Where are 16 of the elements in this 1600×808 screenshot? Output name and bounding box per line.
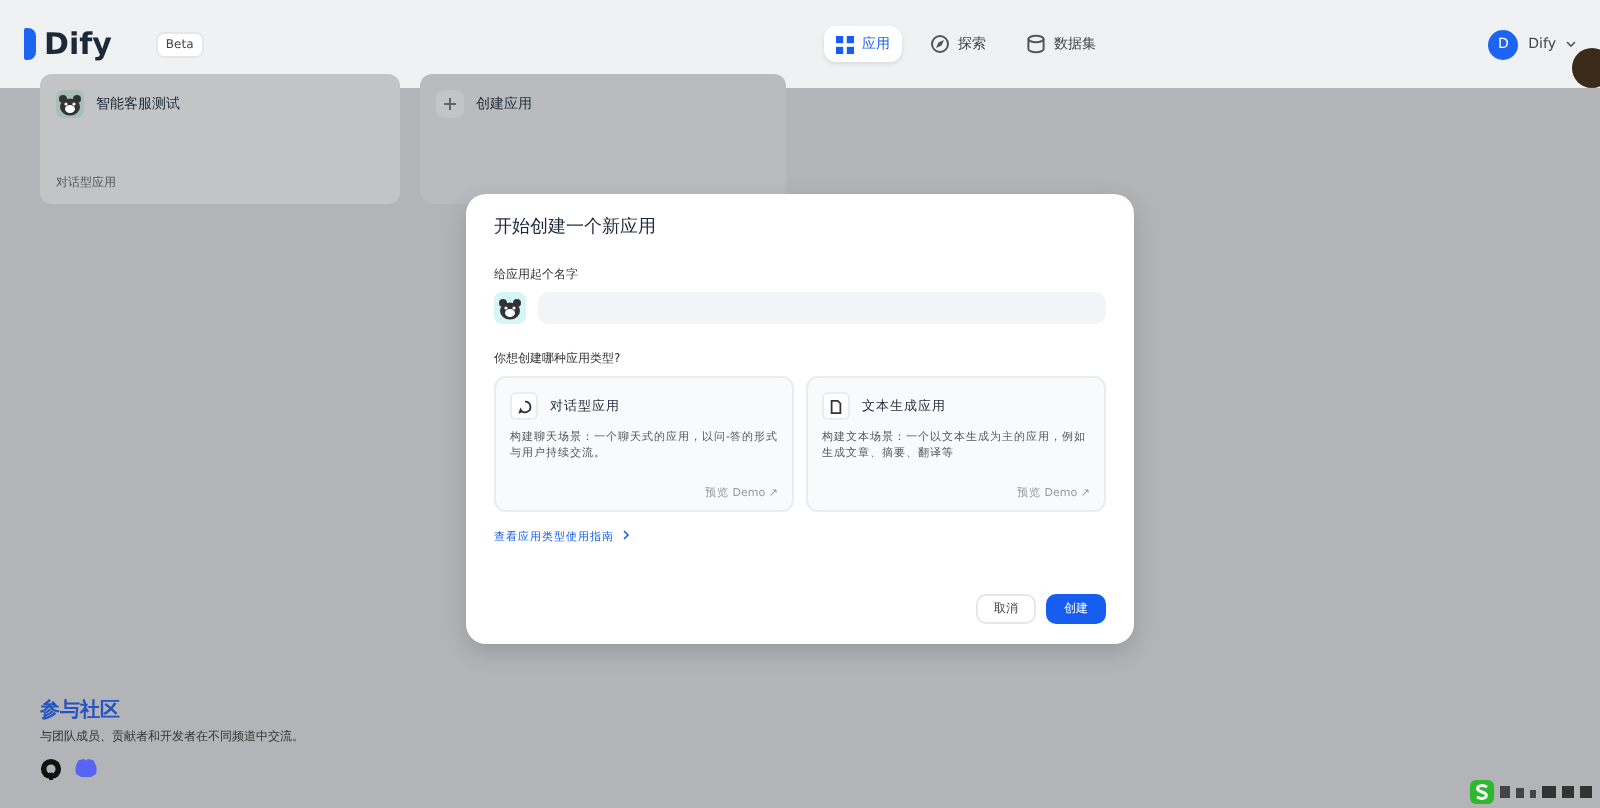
document-icon <box>830 399 842 413</box>
chevron-right-icon <box>622 530 630 540</box>
plus-icon <box>436 90 464 118</box>
compass-icon <box>929 34 950 54</box>
database-icon <box>1025 34 1046 54</box>
chat-bubble-icon <box>517 399 531 413</box>
community-title: 参与社区 <box>40 697 122 724</box>
input-method-icon[interactable] <box>1470 780 1494 804</box>
bear-icon <box>498 297 522 319</box>
grid-icon <box>835 35 854 53</box>
tray-icons-drawing <box>1500 784 1592 800</box>
chevron-down-icon[interactable] <box>1566 40 1576 48</box>
dialog-title: 开始创建一个新应用 <box>494 215 658 240</box>
app-icon-picker[interactable] <box>494 292 526 324</box>
bear-icon <box>58 93 82 115</box>
logo[interactable]: Dify <box>24 26 112 62</box>
